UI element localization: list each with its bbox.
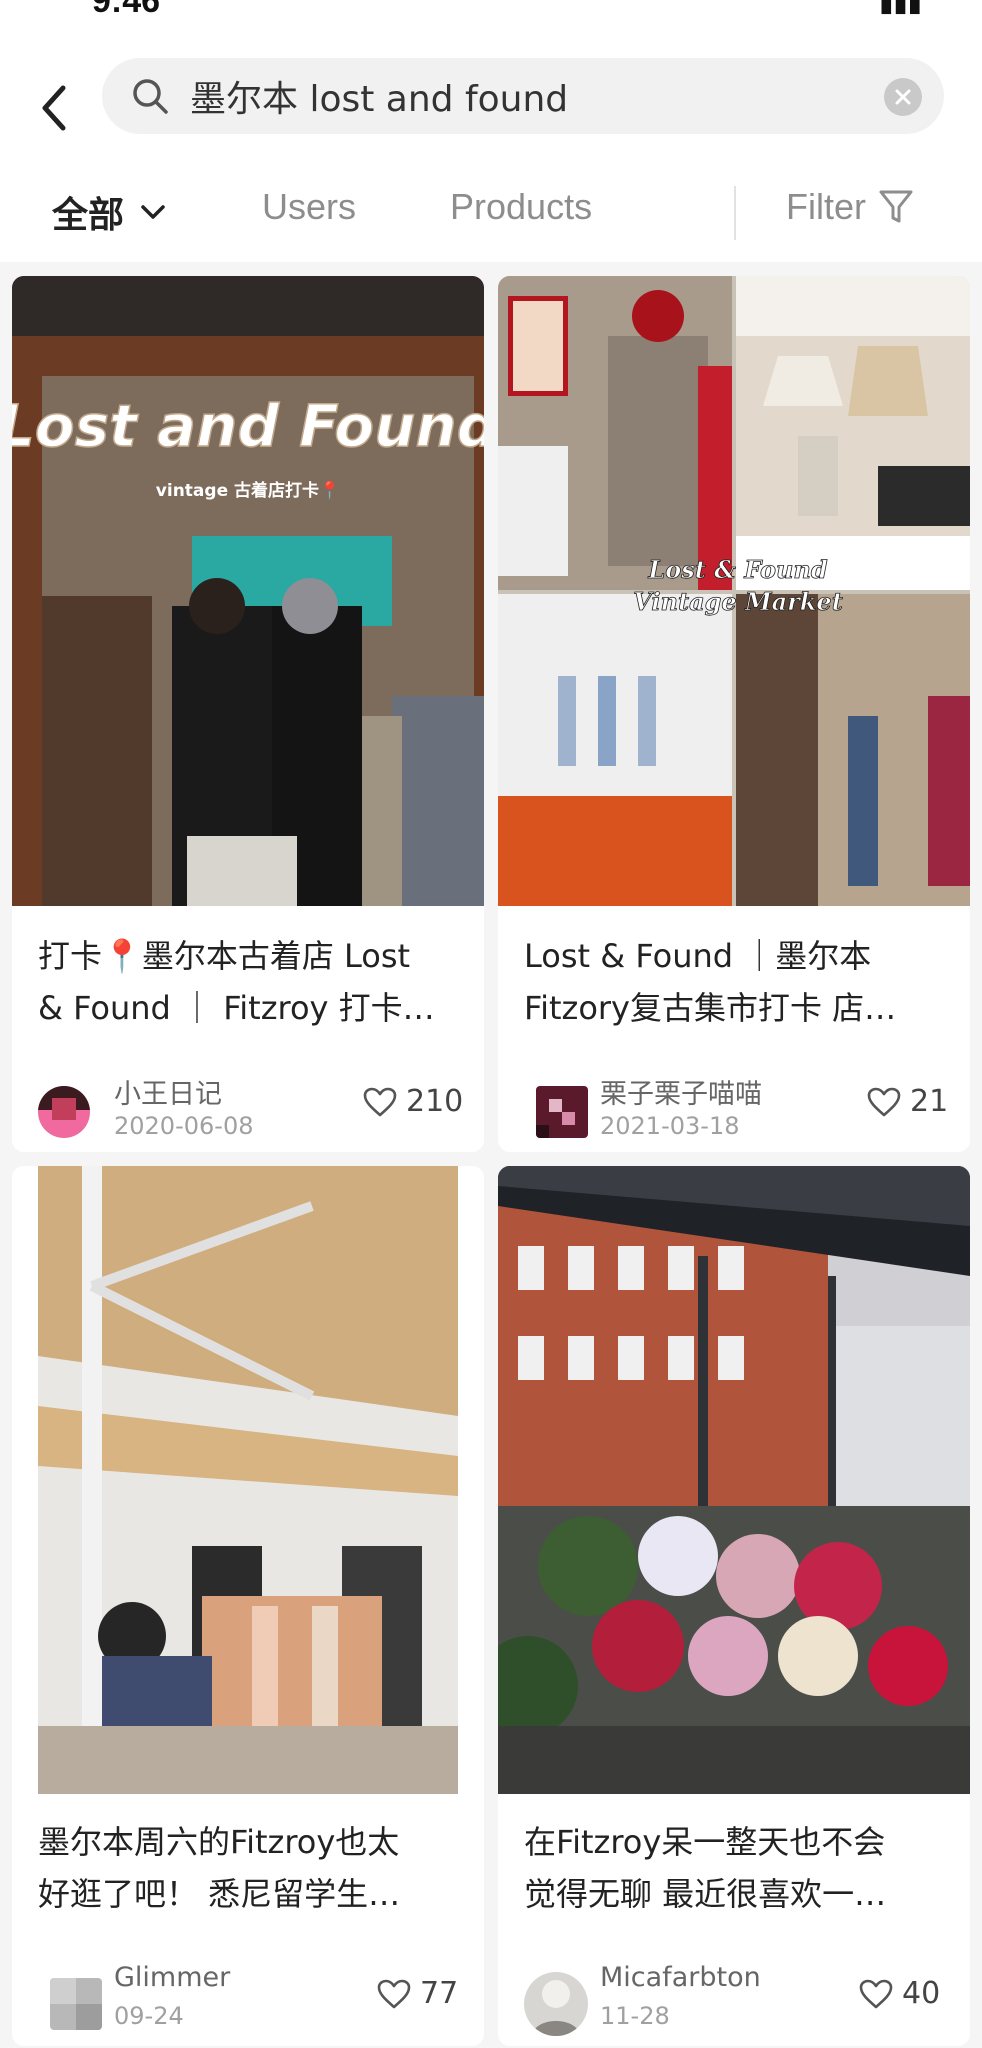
user-avatar-image: [38, 1086, 90, 1138]
post-title-line: 在Fitzroy呆一整天也不会: [524, 1823, 886, 1861]
post-title-line: 墨尔本周六的Fitzroy也太: [38, 1823, 400, 1861]
post-title-line: 打卡📍墨尔本古着店 Lost: [38, 937, 411, 975]
heart-icon: [867, 1087, 901, 1116]
avatar[interactable]: [38, 1086, 90, 1138]
user-avatar-image: [524, 1972, 588, 2036]
post-title[interactable]: 打卡📍墨尔本古着店 Lost & Found ｜ Fitzroy 打卡…: [38, 930, 458, 1034]
post-title[interactable]: Lost & Found ｜墨尔本 Fitzory复古集市打卡 店…: [524, 930, 944, 1034]
tab-all[interactable]: 全部: [52, 186, 166, 238]
post-title-line: 好逛了吧！ 悉尼留学生…: [38, 1875, 401, 1913]
post-title-line: 觉得无聊 最近很喜欢一…: [524, 1875, 887, 1913]
like-count: 40: [902, 1976, 941, 2011]
cover-title-text: Lost and Found: [12, 392, 484, 460]
tab-all-label: 全部: [52, 195, 125, 236]
like-button[interactable]: 210: [362, 1084, 463, 1119]
heart-icon: [363, 1087, 397, 1116]
post-title[interactable]: 在Fitzroy呆一整天也不会 觉得无聊 最近很喜欢一…: [524, 1816, 944, 1920]
like-count: 210: [406, 1084, 464, 1119]
post-cover-image[interactable]: Lost and Found vintage 古着店打卡📍: [12, 276, 484, 906]
like-button[interactable]: 77: [376, 1976, 458, 2011]
author-name[interactable]: 小王日记: [114, 1072, 222, 1111]
post-date: 2020-06-08: [114, 1112, 254, 1140]
tab-divider: [734, 186, 736, 240]
heart-icon: [859, 1979, 893, 2008]
post-cover-image[interactable]: [12, 1166, 484, 1794]
author-name[interactable]: Glimmer: [114, 1962, 230, 1993]
cover-subtitle-text: vintage 古着店打卡📍: [156, 480, 340, 501]
back-arrow-icon: [42, 85, 66, 131]
chevron-down-icon: [141, 205, 165, 219]
post-title-line: Lost & Found ｜墨尔本: [524, 937, 872, 975]
status-bar: 9:46 ▮▮▮: [0, 0, 982, 40]
avatar[interactable]: [524, 1972, 588, 2036]
result-tabs: 全部 Users Products Filter: [0, 172, 982, 286]
post-cover-image[interactable]: Lost & Found Vintage Market: [498, 276, 970, 906]
post-card[interactable]: 墨尔本周六的Fitzroy也太 好逛了吧！ 悉尼留学生… Glimmer 09-…: [12, 1166, 484, 2046]
clear-search-button[interactable]: [884, 78, 922, 116]
post-title-line: & Found ｜ Fitzroy 打卡…: [38, 989, 435, 1027]
avatar[interactable]: [50, 1978, 102, 2030]
tab-products[interactable]: Products: [450, 186, 592, 228]
post-date: 2021-03-18: [600, 1112, 740, 1140]
post-title[interactable]: 墨尔本周六的Fitzroy也太 好逛了吧！ 悉尼留学生…: [38, 1816, 458, 1920]
post-date: 09-24: [114, 2002, 184, 2030]
back-button[interactable]: [30, 68, 78, 148]
search-input[interactable]: 墨尔本 lost and found: [102, 58, 944, 134]
filter-label: Filter: [786, 186, 866, 227]
cover-subtitle-text: Vintage Market: [633, 587, 843, 616]
flower-market-street-photo: [498, 1166, 970, 1794]
filter-button[interactable]: Filter: [786, 186, 914, 228]
author-name[interactable]: Micafarbton: [600, 1962, 761, 1993]
status-time: 9:46: [92, 0, 161, 20]
heart-icon: [377, 1979, 411, 2008]
user-avatar-image: [536, 1086, 588, 1138]
market-umbrella-photo: [12, 1166, 484, 1794]
post-card[interactable]: 在Fitzroy呆一整天也不会 觉得无聊 最近很喜欢一… Micafarbton…: [498, 1166, 970, 2046]
post-card[interactable]: Lost and Found vintage 古着店打卡📍 打卡📍墨尔本古着店 …: [12, 276, 484, 1152]
post-cover-image[interactable]: [498, 1166, 970, 1794]
signal-battery-icons: ▮▮▮: [879, 0, 922, 18]
search-query: 墨尔本 lost and found: [190, 79, 569, 120]
post-card[interactable]: Lost & Found Vintage Market Lost & Found…: [498, 276, 970, 1152]
user-avatar-image: [50, 1978, 102, 2030]
close-icon: [895, 89, 911, 105]
thrift-store-mirror-photo: Lost and Found vintage 古着店打卡📍: [12, 276, 484, 906]
like-count: 21: [910, 1084, 949, 1119]
post-date: 11-28: [600, 2002, 670, 2030]
like-button[interactable]: 40: [858, 1976, 940, 2011]
author-name[interactable]: 栗子栗子喵喵: [600, 1072, 762, 1111]
header: 墨尔本 lost and found 全部 Users Products Fil…: [0, 40, 982, 286]
post-title-line: Fitzory复古集市打卡 店…: [524, 989, 897, 1027]
search-icon: [133, 79, 168, 114]
like-button[interactable]: 21: [866, 1084, 948, 1119]
cover-title-text: Lost & Found: [647, 555, 827, 584]
avatar[interactable]: [536, 1086, 588, 1138]
tab-users[interactable]: Users: [262, 186, 356, 228]
like-count: 77: [420, 1976, 459, 2011]
vintage-market-collage-photo: Lost & Found Vintage Market: [498, 276, 970, 906]
funnel-icon: [879, 190, 913, 223]
